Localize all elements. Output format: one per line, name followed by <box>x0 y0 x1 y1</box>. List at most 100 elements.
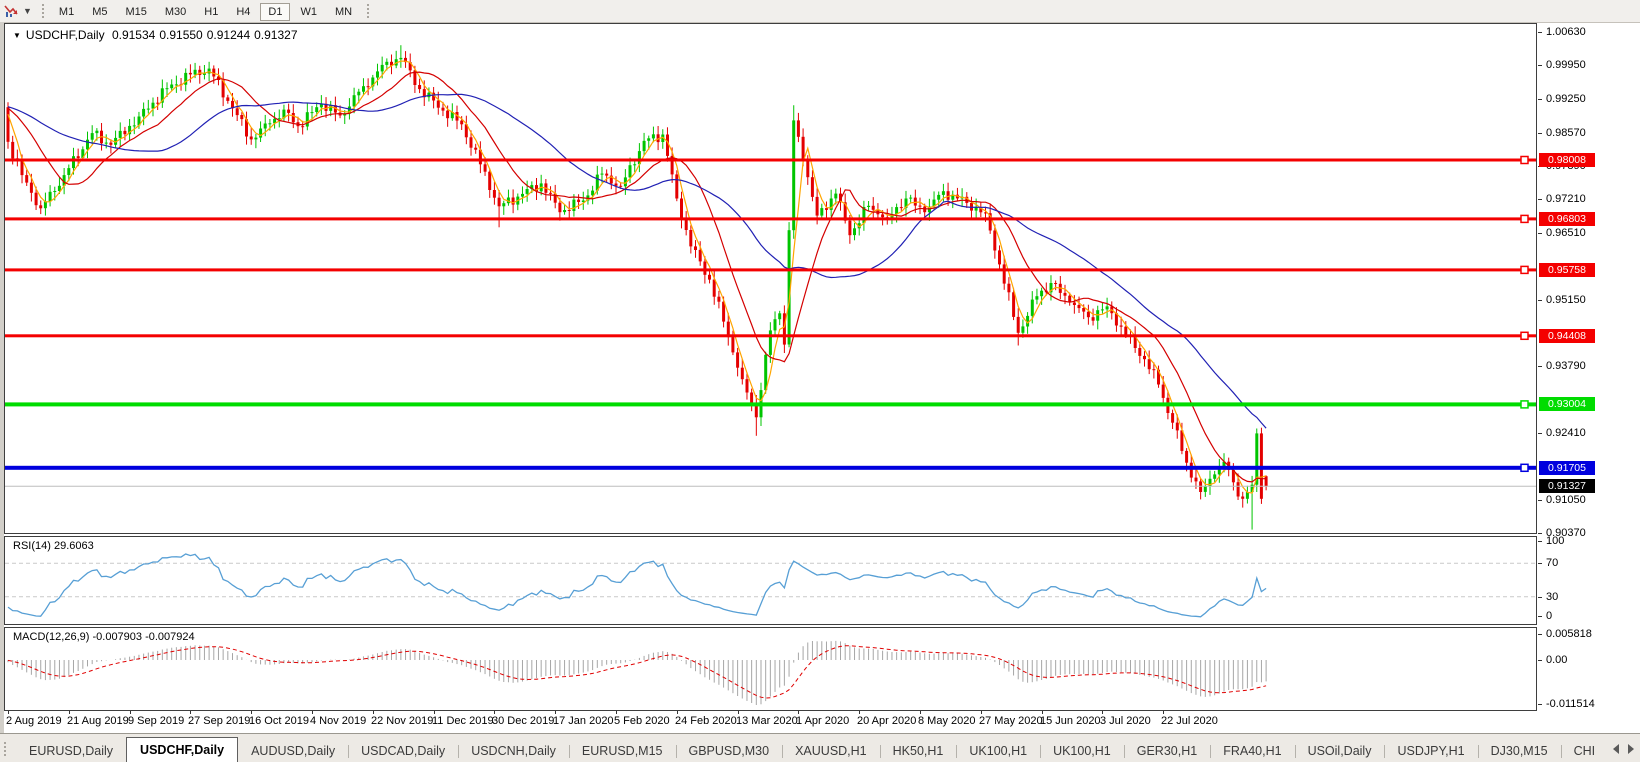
axis-tick <box>1538 634 1542 635</box>
axis-tick <box>1538 499 1542 501</box>
ma-line-fast <box>7 60 1267 494</box>
bar-low: 0.91244 <box>206 28 251 42</box>
macd-histogram <box>7 640 1267 705</box>
time-axis-label: 8 May 2020 <box>918 715 976 727</box>
time-axis[interactable]: 2 Aug 2019 21 Aug 2019 9 Sep 2019 27 Sep 20… <box>4 711 1538 733</box>
timeframe-button-m1[interactable]: M1 <box>51 3 82 21</box>
axis-tick <box>1538 596 1542 598</box>
chart-tab-xauusd-h1[interactable]: XAUUSD,H1 <box>782 741 880 761</box>
chart-tab-uk100-h1[interactable]: UK100,H1 <box>956 741 1040 761</box>
chart-tab-dj30-m15[interactable]: DJ30,M15 <box>1477 741 1561 761</box>
time-axis-tick <box>494 711 495 714</box>
timeframe-button-m30[interactable]: M30 <box>157 3 194 21</box>
price-axis-label: 0.95150 <box>1546 293 1586 306</box>
time-axis-label: 16 Oct 2019 <box>249 715 309 727</box>
chart-tab-hk50-h1[interactable]: HK50,H1 <box>879 741 957 761</box>
chart-tab-usdcad-daily[interactable]: USDCAD,Daily <box>348 741 458 761</box>
time-axis-label: 3 Jul 2020 <box>1100 715 1151 727</box>
hline-price-label: 0.98008 <box>1539 153 1595 168</box>
chart-tabs: EURUSD,Daily USDCHF,Daily AUDUSD,Daily USDC… <box>0 734 1596 762</box>
chart-tab-gbpusd-m30[interactable]: GBPUSD,M30 <box>675 741 783 761</box>
time-axis-label: 30 Dec 2019 <box>492 715 555 727</box>
top-toolbar: ▼ M1 M5 M15 M30 H1 H4 D1 W1 MN <box>0 0 1640 23</box>
toolbar-grip[interactable] <box>41 4 44 18</box>
time-axis-tick <box>677 711 678 714</box>
axis-tick <box>1538 616 1542 617</box>
chart-tab-usoil-daily[interactable]: USOil,Daily <box>1294 741 1385 761</box>
macd-label: MACD(12,26,9) -0.007903 -0.007924 <box>13 631 195 643</box>
price-axis[interactable]: 1.006300.999500.992500.985700.978900.972… <box>1538 23 1640 711</box>
tabbar-grip[interactable] <box>4 742 6 756</box>
time-axis-label: 11 Dec 2019 <box>432 715 494 727</box>
timeframe-button-h1[interactable]: H1 <box>196 3 226 21</box>
rsi-canvas[interactable] <box>5 537 1536 624</box>
chart-symbol: USDCHF,Daily <box>25 28 105 42</box>
candlestick-canvas[interactable] <box>5 24 1536 533</box>
tabs-scroll-left-icon[interactable] <box>1613 744 1619 754</box>
time-axis-label: 1 Apr 2020 <box>796 715 850 727</box>
bid-price-label: 0.91327 <box>1539 479 1595 494</box>
hline-price-label: 0.93004 <box>1539 397 1595 412</box>
price-chart-panel[interactable]: ▼ USDCHF,Daily 0.91534 0.91550 0.91244 0.913… <box>4 23 1537 534</box>
bar-open: 0.91534 <box>111 28 156 42</box>
chart-tab-usdcnh-daily[interactable]: USDCNH,Daily <box>458 741 569 761</box>
chart-tab-audusd-daily[interactable]: AUDUSD,Daily <box>238 741 348 761</box>
price-axis-label: 0.99250 <box>1546 93 1586 106</box>
timeframe-toolbar: M1 M5 M15 M30 H1 H4 D1 W1 MN <box>50 2 361 21</box>
chart-tab-china300-h4[interactable]: CHINA300,H4 <box>1560 741 1596 761</box>
chart-tab-usdjpy-h1[interactable]: USDJPY,H1 <box>1384 741 1477 761</box>
time-axis-tick <box>1042 711 1043 714</box>
axis-tick <box>1538 233 1542 235</box>
chart-tab-fra40-h1[interactable]: FRA40,H1 <box>1210 741 1294 761</box>
price-axis-label: 0.96510 <box>1546 227 1586 240</box>
price-axis-label: 0.98570 <box>1546 126 1586 139</box>
hlines-layer <box>5 155 1536 473</box>
time-axis-label: 22 Jul 2020 <box>1161 715 1218 727</box>
chart-title-caret-icon[interactable]: ▼ <box>13 31 21 40</box>
price-axis-label: 0.92410 <box>1546 427 1586 440</box>
hline-price-label: 0.91705 <box>1539 460 1595 475</box>
time-axis-label: 13 Mar 2020 <box>736 715 798 727</box>
timeframe-button-m5[interactable]: M5 <box>84 3 115 21</box>
chart-tabs-bar: EURUSD,Daily USDCHF,Daily AUDUSD,Daily USDC… <box>0 733 1640 762</box>
timeframe-button-h4[interactable]: H4 <box>228 3 258 21</box>
macd-axis-label: 0.00 <box>1546 654 1568 666</box>
bar-close: 0.91327 <box>254 28 298 42</box>
time-axis-tick <box>616 711 617 714</box>
chart-tab-eurusd-daily[interactable]: EURUSD,Daily <box>16 741 126 761</box>
axis-tick <box>1538 365 1542 367</box>
macd-axis-label: 0.005818 <box>1546 628 1592 640</box>
timeframe-button-d1[interactable]: D1 <box>260 3 291 21</box>
time-axis-tick <box>373 711 374 714</box>
macd-canvas[interactable] <box>5 628 1536 710</box>
chart-tab-usdchf-daily[interactable]: USDCHF,Daily <box>126 737 239 762</box>
dropdown-caret-icon[interactable]: ▼ <box>23 6 32 16</box>
chart-tab-eurusd-m15[interactable]: EURUSD,M15 <box>568 741 676 761</box>
axis-tick <box>1538 541 1542 542</box>
tabs-scroll-right-icon[interactable] <box>1628 744 1634 754</box>
moving-averages-layer <box>7 60 1267 494</box>
candles-layer <box>6 45 1268 530</box>
price-axis-label: 1.00630 <box>1546 26 1586 38</box>
chart-tools-icon[interactable] <box>3 3 21 19</box>
timeframe-button-mn[interactable]: MN <box>327 3 360 21</box>
toolbar-grip[interactable] <box>367 4 370 18</box>
macd-signal-line <box>7 645 1267 699</box>
chart-tab-ger30-h1[interactable]: GER30,H1 <box>1123 741 1210 761</box>
hline-price-label: 0.95758 <box>1539 262 1595 277</box>
rsi-axis-label: 70 <box>1546 557 1559 570</box>
timeframe-button-m15[interactable]: M15 <box>117 3 154 21</box>
price-axis-label: 0.91050 <box>1546 493 1586 506</box>
macd-panel[interactable]: MACD(12,26,9) -0.007903 -0.007924 <box>4 627 1537 711</box>
time-axis-tick <box>1102 711 1103 714</box>
chart-tab-uk100-h1[interactable]: UK100,H1 <box>1040 741 1124 761</box>
time-axis-tick <box>920 711 921 714</box>
timeframe-button-w1[interactable]: W1 <box>292 3 325 21</box>
time-axis-label: 15 Jun 2020 <box>1040 715 1101 727</box>
axis-tick <box>1538 299 1542 301</box>
rsi-axis-label: 100 <box>1546 535 1565 547</box>
price-axis-label: 0.97210 <box>1546 192 1586 205</box>
rsi-panel[interactable]: RSI(14) 29.6063 <box>4 536 1537 625</box>
time-axis-label: 27 Sep 2019 <box>188 715 251 727</box>
time-axis-label: 22 Nov 2019 <box>371 715 434 727</box>
